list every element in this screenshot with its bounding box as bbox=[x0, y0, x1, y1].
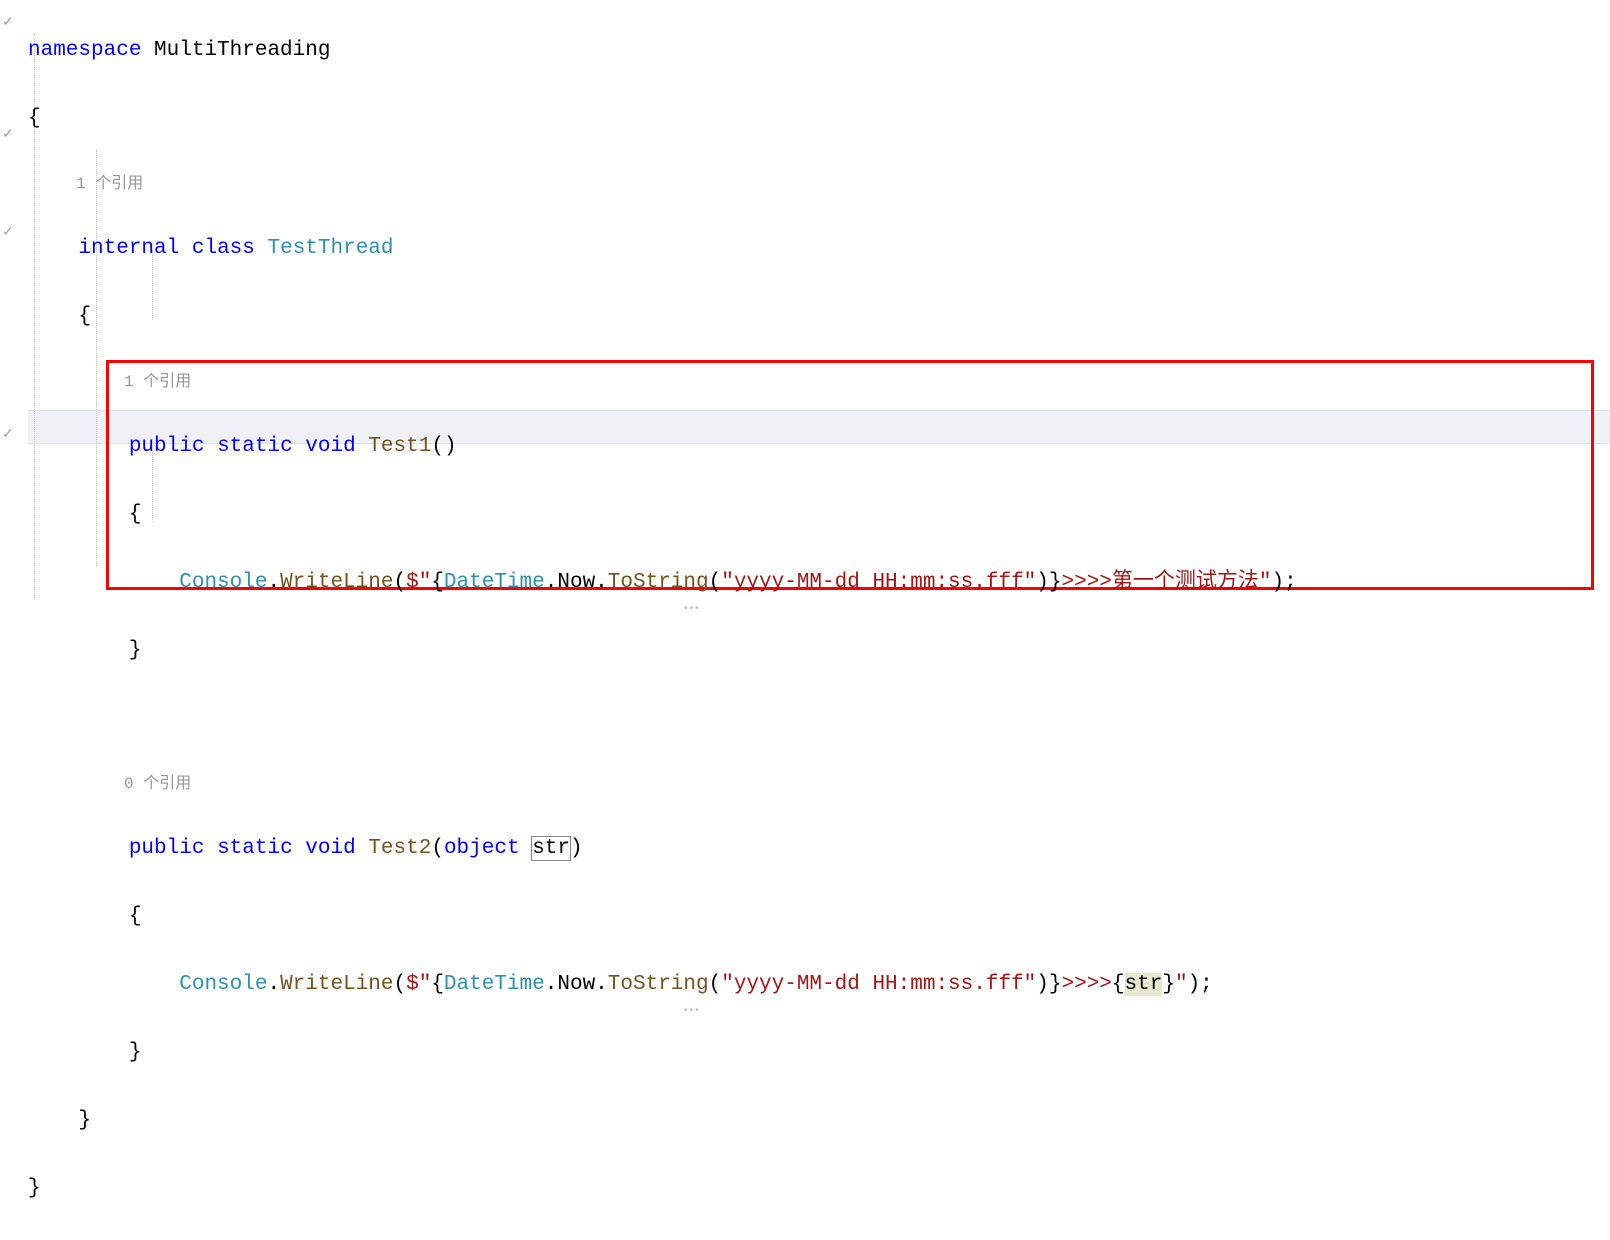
keyword-class: class bbox=[192, 237, 255, 260]
keyword-static: static bbox=[217, 837, 293, 860]
format-string: "yyyy-MM-dd HH:mm:ss.fff" bbox=[721, 973, 1036, 996]
code-line[interactable]: } bbox=[28, 1104, 1610, 1138]
code-line[interactable]: { bbox=[28, 900, 1610, 934]
code-editor[interactable]: namespace MultiThreading { 1 个引用 interna… bbox=[0, 0, 1610, 1240]
type-datetime: DateTime bbox=[444, 571, 545, 594]
code-line[interactable]: } bbox=[28, 634, 1610, 668]
interp-close: } bbox=[1049, 571, 1062, 594]
class-name: TestThread bbox=[267, 237, 393, 260]
string-tail: >>>> bbox=[1062, 973, 1112, 996]
paren-close: ) bbox=[1188, 973, 1201, 996]
method-name: Test1 bbox=[368, 435, 431, 458]
code-line[interactable]: Console.WriteLine($"{DateTime.Now.ToStri… bbox=[28, 566, 1610, 600]
paren-open: ( bbox=[431, 837, 444, 860]
interp-open: { bbox=[431, 973, 444, 996]
brace-close: } bbox=[28, 1177, 41, 1200]
parens: () bbox=[431, 435, 456, 458]
semicolon: ; bbox=[1284, 571, 1297, 594]
code-line[interactable]: internal class TestThread bbox=[28, 232, 1610, 266]
semicolon: ; bbox=[1200, 973, 1213, 996]
string-start: $" bbox=[406, 973, 431, 996]
keyword-public: public bbox=[129, 837, 205, 860]
code-line[interactable]: { bbox=[28, 102, 1610, 136]
keyword-public: public bbox=[129, 435, 205, 458]
prop-now: Now bbox=[557, 571, 595, 594]
prop-now: Now bbox=[557, 973, 595, 996]
method-tostring: ToString bbox=[608, 571, 709, 594]
interp-close: } bbox=[1049, 973, 1062, 996]
code-line[interactable]: { bbox=[28, 300, 1610, 334]
string-start: $" bbox=[406, 571, 431, 594]
string-end: " bbox=[1175, 973, 1188, 996]
code-line[interactable]: public static void Test1() bbox=[28, 430, 1610, 464]
dot: . bbox=[595, 973, 608, 996]
string-tail: >>>>第一个测试方法" bbox=[1062, 571, 1272, 594]
dot: . bbox=[595, 571, 608, 594]
dot: . bbox=[267, 571, 280, 594]
type-console: Console bbox=[179, 571, 267, 594]
paren-close: ) bbox=[1272, 571, 1285, 594]
code-line[interactable]: { bbox=[28, 498, 1610, 532]
format-string: "yyyy-MM-dd HH:mm:ss.fff" bbox=[721, 571, 1036, 594]
brace-close: } bbox=[129, 1041, 142, 1064]
brace-close: } bbox=[129, 639, 142, 662]
keyword-static: static bbox=[217, 435, 293, 458]
codelens-references[interactable]: 1 个引用 bbox=[28, 170, 1610, 198]
interp-open: { bbox=[431, 571, 444, 594]
keyword-void: void bbox=[305, 435, 355, 458]
param-hint-dots-icon: ••• bbox=[684, 592, 701, 626]
keyword-internal: internal bbox=[78, 237, 179, 260]
brace-open: { bbox=[28, 107, 41, 130]
keyword-object: object bbox=[444, 837, 520, 860]
dot: . bbox=[267, 973, 280, 996]
highlighted-occurrence[interactable]: str bbox=[1125, 973, 1163, 996]
namespace-name: MultiThreading bbox=[154, 39, 330, 62]
paren-open: ( bbox=[393, 571, 406, 594]
dot: . bbox=[545, 571, 558, 594]
paren-close: ) bbox=[570, 837, 583, 860]
code-line[interactable]: } bbox=[28, 1172, 1610, 1206]
codelens-references[interactable]: 0 个引用 bbox=[28, 770, 1610, 798]
param-hint-dots-icon: ••• bbox=[684, 994, 701, 1028]
type-datetime: DateTime bbox=[444, 973, 545, 996]
selected-param[interactable]: str bbox=[532, 837, 570, 860]
paren-open: ( bbox=[393, 973, 406, 996]
interp-open: { bbox=[1112, 973, 1125, 996]
brace-open: { bbox=[129, 905, 142, 928]
codelens-references[interactable]: 1 个引用 bbox=[28, 368, 1610, 396]
method-writeline: WriteLine bbox=[280, 973, 393, 996]
brace-open: { bbox=[129, 503, 142, 526]
blank-line[interactable] bbox=[28, 702, 1610, 736]
brace-close: } bbox=[78, 1109, 91, 1132]
method-name: Test2 bbox=[368, 837, 431, 860]
interp-close: } bbox=[1162, 973, 1175, 996]
keyword-namespace: namespace bbox=[28, 39, 141, 62]
paren-open: ( bbox=[709, 571, 722, 594]
method-writeline: WriteLine bbox=[280, 571, 393, 594]
paren-close: ) bbox=[1036, 571, 1049, 594]
code-line[interactable]: namespace MultiThreading bbox=[28, 34, 1610, 68]
code-line[interactable]: public static void Test2(object str) bbox=[28, 832, 1610, 866]
type-console: Console bbox=[179, 973, 267, 996]
paren-close: ) bbox=[1036, 973, 1049, 996]
code-line[interactable]: } bbox=[28, 1036, 1610, 1070]
dot: . bbox=[545, 973, 558, 996]
brace-open: { bbox=[78, 305, 91, 328]
method-tostring: ToString bbox=[608, 973, 709, 996]
code-line[interactable]: Console.WriteLine($"{DateTime.Now.ToStri… bbox=[28, 968, 1610, 1002]
keyword-void: void bbox=[305, 837, 355, 860]
paren-open: ( bbox=[709, 973, 722, 996]
